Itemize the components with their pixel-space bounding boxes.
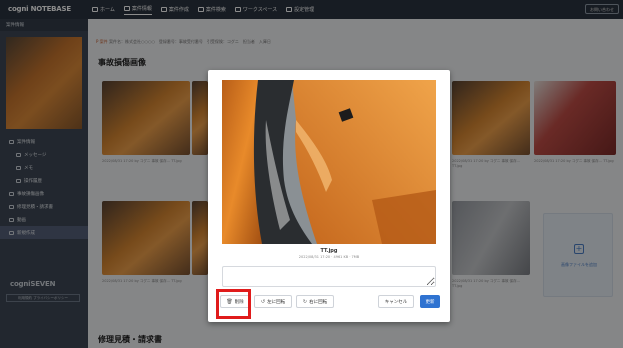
rotate-right-label: 右に回転 (309, 299, 328, 305)
rotate-left-icon: ↺ (260, 298, 266, 305)
damage-image-preview (222, 80, 436, 244)
save-button[interactable]: 更新 (420, 295, 440, 308)
rotate-left-button[interactable]: ↺ 左に回転 (254, 295, 292, 308)
damaged-car-photo (222, 80, 436, 244)
cancel-button[interactable]: キャンセル (378, 295, 414, 308)
image-detail-modal: TT.jpg 2022/08/31 17:20 · 4961 KB · 7MB … (208, 70, 450, 322)
image-memo-input[interactable] (222, 266, 436, 287)
rotate-left-label: 左に回転 (267, 299, 286, 305)
rotate-right-button[interactable]: ↻ 右に回転 (296, 295, 334, 308)
delete-highlight-box (216, 289, 251, 319)
image-metadata: 2022/08/31 17:20 · 4961 KB · 7MB (298, 255, 360, 259)
rotate-right-icon: ↻ (302, 298, 308, 305)
image-filename: TT.jpg (320, 248, 338, 254)
